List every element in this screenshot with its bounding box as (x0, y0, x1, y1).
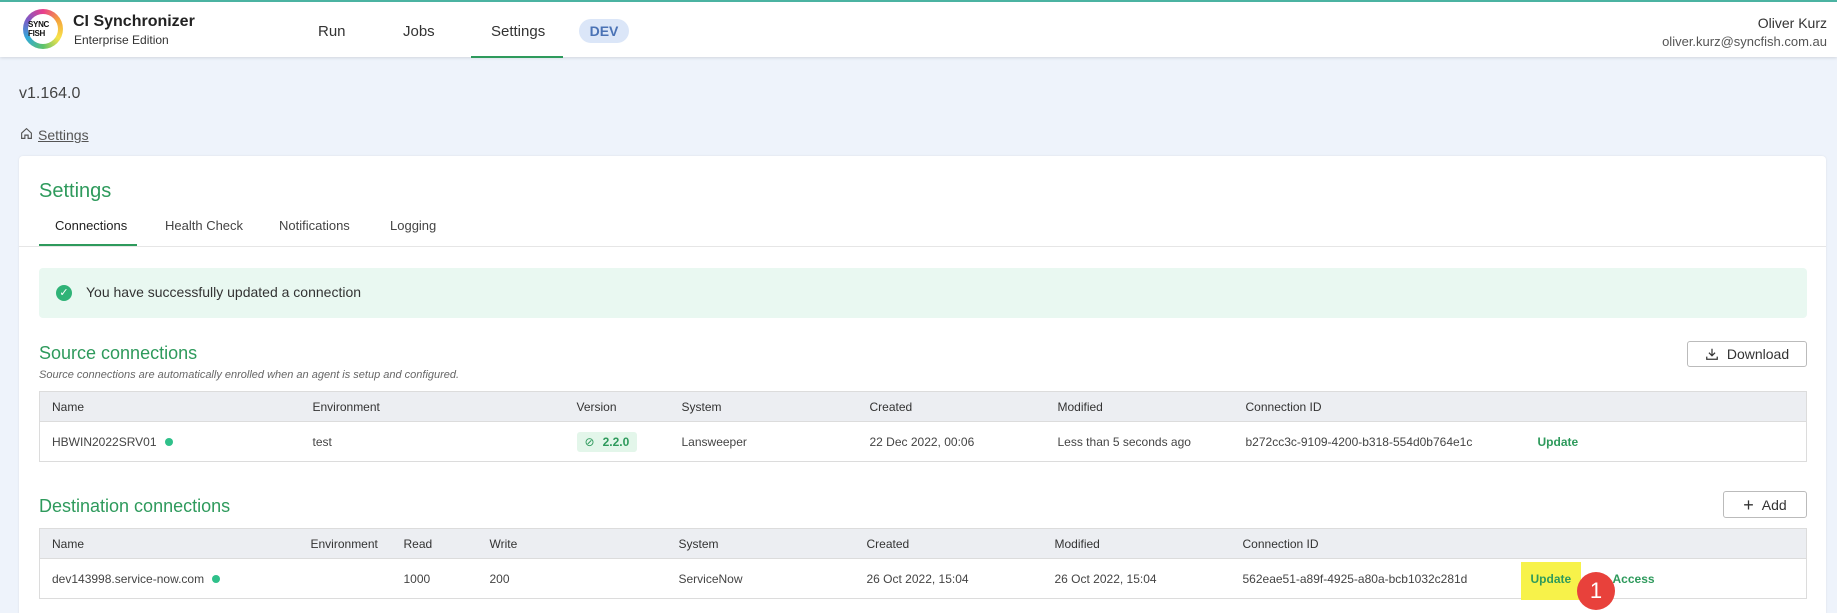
column-header[interactable]: Read (391, 528, 478, 559)
add-label: Add (1761, 496, 1787, 513)
column-header[interactable]: Version (564, 391, 670, 422)
download-label: Download (1726, 346, 1790, 362)
connection-name-cell: HBWIN2022SRV01 (40, 422, 301, 462)
column-header[interactable]: Name (39, 391, 301, 422)
plus-icon: + (1743, 494, 1754, 515)
environment-cell: test (312, 434, 332, 449)
app-subtitle: Enterprise Edition (74, 33, 169, 47)
add-button[interactable]: + Add (1723, 491, 1807, 518)
breadcrumb-settings-link[interactable]: Settings (38, 127, 89, 143)
connection-name: HBWIN2022SRV01 (52, 434, 157, 449)
nav-run[interactable]: Run (318, 23, 346, 40)
modified-cell: 26 Oct 2022, 15:04 (1054, 571, 1157, 586)
connection-id-cell: 562eae51-a89f-4925-a80a-bcb1032c281d (1242, 571, 1468, 586)
environment-cell (299, 559, 392, 599)
table-header-row: Name Environment Read Write System Creat… (39, 528, 1807, 559)
version-value: 2.2.0 (602, 434, 630, 449)
table-row: dev143998.service-now.com 1000 200 Servi… (40, 559, 1807, 600)
download-button[interactable]: Download (1687, 341, 1807, 367)
column-header[interactable]: Environment (298, 528, 392, 559)
destination-connections-table: Name Environment Read Write System Creat… (39, 528, 1807, 600)
settings-card: Settings Connections Health Check Notifi… (19, 156, 1826, 613)
download-icon (1705, 348, 1718, 360)
app-title: CI Synchronizer (73, 13, 195, 30)
breadcrumb: Settings (20, 127, 89, 143)
column-header[interactable]: Created (854, 528, 1043, 559)
nav-settings[interactable]: Settings (491, 23, 545, 40)
system-cell: ServiceNow (678, 571, 743, 586)
column-header-actions (1525, 391, 1807, 422)
source-connections-table: Name Environment Version System Created … (39, 391, 1807, 462)
created-cell: 22 Dec 2022, 00:06 (869, 434, 975, 449)
success-alert: ✓ You have successfully updated a connec… (39, 268, 1807, 318)
check-circle-icon: ✓ (56, 285, 72, 301)
step-marker-badge: 1 (1577, 572, 1615, 610)
table-header-row: Name Environment Version System Created … (39, 391, 1807, 422)
write-cell: 200 (489, 571, 510, 586)
user-email: oliver.kurz@syncfish.com.au (1662, 34, 1827, 49)
actions-cell: Update (1526, 422, 1807, 462)
modified-cell: Less than 5 seconds ago (1057, 434, 1191, 449)
column-header[interactable]: Modified (1045, 391, 1234, 422)
column-header[interactable]: Write (477, 528, 667, 559)
access-link[interactable]: Access (1613, 572, 1655, 586)
source-connections-title: Source connections (39, 343, 198, 363)
column-header[interactable]: Modified (1042, 528, 1231, 559)
home-icon[interactable] (20, 127, 33, 143)
user-name[interactable]: Oliver Kurz (1758, 15, 1827, 31)
actions-cell: Update Access (1520, 559, 1807, 600)
column-header[interactable]: System (666, 528, 855, 559)
column-header[interactable]: Created (857, 391, 1046, 422)
tabs-divider (19, 246, 1826, 247)
connection-id-cell: b272cc3c-9109-4200-b318-554d0b764e1c (1245, 434, 1473, 449)
column-header[interactable]: Name (39, 528, 299, 559)
column-header[interactable]: Connection ID (1233, 391, 1526, 422)
read-cell: 1000 (403, 571, 431, 586)
nav-jobs[interactable]: Jobs (403, 23, 435, 40)
column-header[interactable]: Environment (300, 391, 565, 422)
created-cell: 26 Oct 2022, 15:04 (866, 571, 969, 586)
page-title: Settings (39, 180, 112, 202)
tab-connections[interactable]: Connections (55, 218, 127, 233)
environment-badge: DEV (579, 19, 629, 43)
column-header-actions (1522, 528, 1807, 559)
connection-name-cell: dev143998.service-now.com (40, 559, 299, 599)
app-logo[interactable]: SYNC FISH (23, 9, 63, 49)
nav-active-indicator (471, 56, 563, 58)
tab-logging[interactable]: Logging (390, 218, 436, 233)
update-link[interactable]: Update (1538, 435, 1579, 449)
column-header[interactable]: Connection ID (1230, 528, 1523, 559)
update-link[interactable]: Update (1520, 561, 1582, 600)
destination-connections-title: Destination connections (39, 496, 231, 516)
tab-health-check[interactable]: Health Check (165, 218, 243, 233)
status-online-dot (164, 438, 173, 447)
version-cell: ⊘ 2.2.0 (565, 422, 670, 462)
status-online-dot (212, 575, 221, 584)
column-header[interactable]: System (669, 391, 858, 422)
version-badge: ⊘ 2.2.0 (576, 431, 638, 452)
source-connections-subtitle: Source connections are automatically enr… (39, 369, 460, 381)
tab-notifications[interactable]: Notifications (279, 218, 350, 233)
logo-text: SYNC FISH (28, 14, 58, 44)
connection-name: dev143998.service-now.com (52, 571, 205, 586)
top-bar: SYNC FISH CI Synchronizer Enterprise Edi… (0, 0, 1837, 58)
app-version: v1.164.0 (19, 85, 81, 102)
system-cell: Lansweeper (681, 434, 747, 449)
check-circle-icon: ⊘ (584, 434, 595, 449)
alert-message: You have successfully updated a connecti… (86, 284, 362, 300)
table-row: HBWIN2022SRV01 test ⊘ 2.2.0 Lansweeper 2… (40, 422, 1807, 462)
